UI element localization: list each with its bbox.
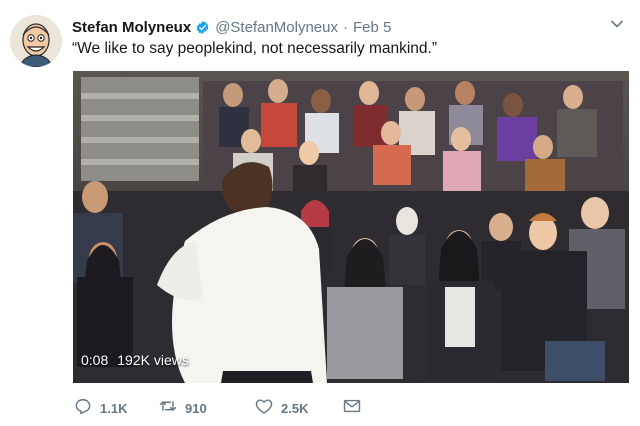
author-avatar[interactable] (10, 15, 62, 67)
chevron-down-icon[interactable] (608, 15, 626, 33)
reply-button[interactable]: 1.1K (73, 396, 158, 421)
direct-message-button[interactable] (342, 396, 372, 421)
avatar-caricature (10, 15, 62, 67)
video-frame (73, 71, 629, 383)
tweet-date[interactable]: Feb 5 (353, 19, 391, 36)
video-player[interactable]: 0:08 192K views (73, 71, 629, 383)
retweet-button[interactable]: 910 (158, 396, 254, 421)
verified-badge-icon (195, 20, 210, 35)
separator-dot: · (342, 18, 348, 36)
author-name[interactable]: Stefan Molyneux (72, 19, 191, 36)
heart-icon (254, 396, 274, 421)
retweet-count: 910 (185, 400, 207, 416)
video-time: 0:08 (81, 352, 109, 368)
envelope-icon (342, 396, 362, 421)
tweet-actions: 1.1K 910 2.5K (73, 398, 372, 418)
reply-icon (73, 396, 93, 421)
retweet-icon (158, 396, 178, 421)
reply-count: 1.1K (100, 400, 128, 416)
video-views: 192K views (117, 352, 189, 368)
tweet-header: Stefan Molyneux @StefanMolyneux · Feb 5 (72, 17, 391, 37)
author-handle[interactable]: @StefanMolyneux (215, 19, 338, 36)
like-button[interactable]: 2.5K (254, 396, 342, 421)
video-overlay: 0:08 192K views (81, 349, 189, 371)
tweet-text: “We like to say peoplekind, not necessar… (72, 40, 437, 57)
like-count: 2.5K (281, 400, 309, 416)
